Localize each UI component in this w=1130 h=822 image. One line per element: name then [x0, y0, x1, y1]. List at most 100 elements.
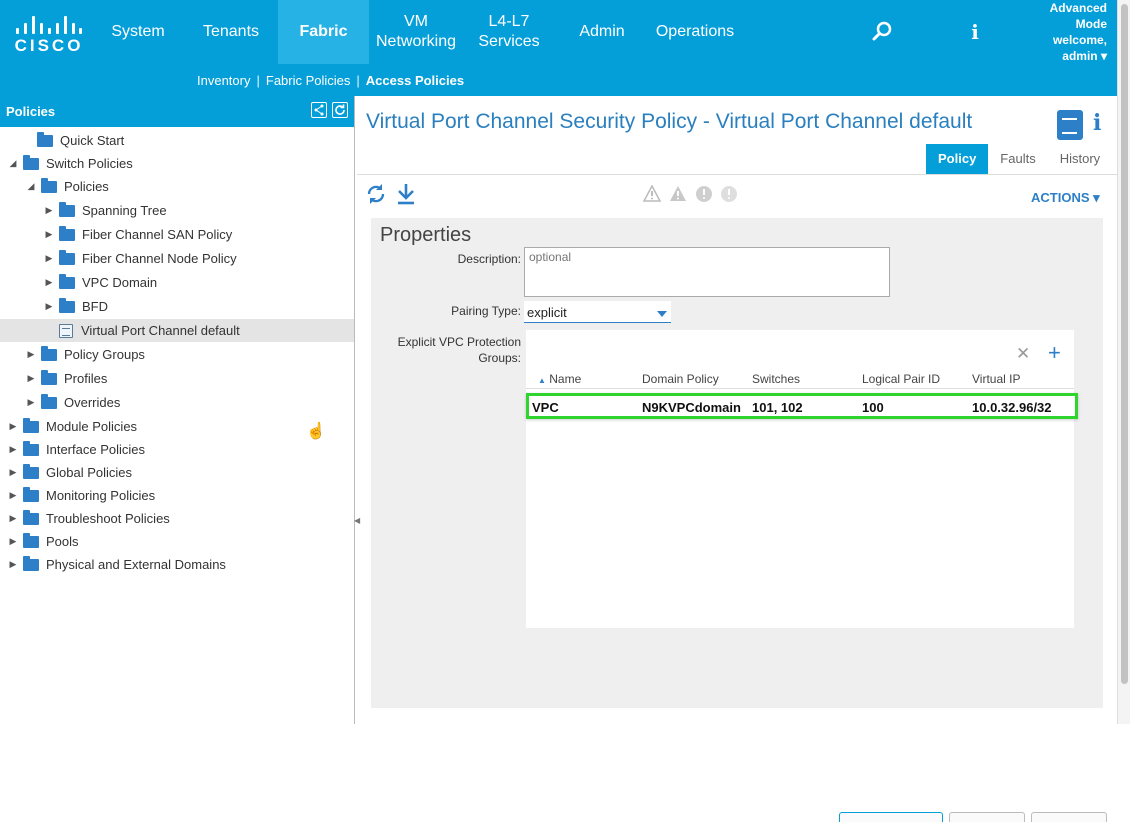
tabs-divider [357, 174, 1117, 175]
warning-fault-icon[interactable] [720, 185, 738, 203]
info-icon[interactable]: i [966, 18, 984, 46]
content-toolbar: ACTIONS ▾ [357, 182, 1117, 210]
collapsed-caret-icon[interactable]: ▶ [8, 421, 18, 432]
tree-item-vpc-domain[interactable]: ▶ VPC Domain [0, 271, 354, 294]
expanded-caret-icon[interactable]: ◢ [8, 158, 18, 169]
subnav-inventory[interactable]: Inventory [197, 73, 250, 88]
collapsed-caret-icon[interactable]: ▶ [26, 349, 36, 360]
nav-item-system[interactable]: System [98, 0, 178, 64]
tab-faults[interactable]: Faults [988, 144, 1047, 174]
info-icon[interactable]: i [1093, 110, 1101, 136]
tree-item-troubleshoot-policies[interactable]: ▶ Troubleshoot Policies [0, 507, 354, 530]
tree-item-label: Monitoring Policies [46, 488, 156, 503]
subnav-fabric-policies[interactable]: Fabric Policies [266, 73, 351, 88]
collapsed-caret-icon[interactable]: ▶ [44, 277, 54, 288]
tab-history[interactable]: History [1048, 144, 1112, 174]
cancel-button[interactable] [1031, 812, 1107, 822]
collapsed-caret-icon[interactable]: ▶ [44, 301, 54, 312]
tab-policy[interactable]: Policy [926, 144, 989, 174]
collapsed-caret-icon[interactable]: ▶ [44, 229, 54, 240]
add-row-icon[interactable]: + [1048, 340, 1061, 366]
hand-cursor-icon: ☝ [306, 423, 326, 440]
collapsed-caret-icon[interactable]: ▶ [26, 397, 36, 408]
search-icon[interactable] [868, 18, 896, 46]
column-header-switches[interactable]: Switches [752, 372, 800, 386]
collapsed-caret-icon[interactable]: ▶ [44, 253, 54, 264]
nav-item-l4-l7-services[interactable]: L4-L7 Services [465, 0, 553, 64]
tree-item-policies[interactable]: ◢ Policies [0, 175, 354, 198]
tree-item-interface-policies[interactable]: ▶ Interface Policies [0, 438, 354, 461]
remove-row-icon[interactable]: ✕ [1016, 344, 1030, 364]
refresh-icon[interactable] [365, 182, 387, 206]
expanded-caret-icon[interactable]: ◢ [26, 181, 36, 192]
tree-item-bfd[interactable]: ▶ BFD [0, 295, 354, 318]
download-icon[interactable] [395, 182, 417, 206]
collapsed-caret-icon[interactable]: ▶ [44, 205, 54, 216]
tree-item-virtual-port-channel-default[interactable]: Virtual Port Channel default [0, 319, 354, 342]
folder-icon [23, 154, 39, 170]
cell-domain-policy: N9KVPCdomain [642, 400, 741, 415]
cisco-logo[interactable]: CISCO [12, 14, 86, 55]
tree-item-monitoring-policies[interactable]: ▶ Monitoring Policies [0, 484, 354, 507]
pairing-type-select[interactable]: explicit [524, 301, 671, 323]
tree-item-label: Profiles [64, 371, 108, 386]
tree-item-policy-groups[interactable]: ▶ Policy Groups [0, 343, 354, 366]
protection-groups-label-line1: Explicit VPC Protection [397, 335, 521, 349]
tree-item-overrides[interactable]: ▶ Overrides [0, 391, 354, 414]
tree-item-pools[interactable]: ▶ Pools [0, 530, 354, 553]
folder-icon [23, 463, 39, 479]
collapsed-caret-icon[interactable]: ▶ [8, 513, 18, 524]
subnav-separator: | [256, 73, 260, 88]
tree-item-label: Global Policies [46, 465, 132, 480]
cisco-logo-bars [16, 16, 82, 34]
nav-item-tenants[interactable]: Tenants [186, 0, 276, 64]
column-header-domain-policy[interactable]: Domain Policy [642, 372, 719, 386]
description-field[interactable] [524, 247, 890, 297]
column-header-name-label: Name [549, 372, 582, 386]
documentation-book-icon[interactable] [1057, 110, 1083, 140]
nav-item-admin[interactable]: Admin [562, 0, 642, 64]
column-header-logical-pair-id[interactable]: Logical Pair ID [862, 372, 940, 386]
cell-switches: 101, 102 [752, 400, 803, 415]
nav-item-vm-networking[interactable]: VM Networking [373, 0, 459, 64]
actions-menu[interactable]: ACTIONS ▾ [1031, 190, 1100, 206]
tree-item-global-policies[interactable]: ▶ Global Policies [0, 461, 354, 484]
username[interactable]: admin ▾ [1050, 48, 1107, 64]
major-fault-icon[interactable] [669, 185, 687, 203]
policies-panel: Policies Quick Start ◢ Switch Policies ◢ Pol… [0, 96, 360, 724]
critical-fault-icon[interactable] [643, 185, 661, 203]
collapsed-caret-icon[interactable]: ▶ [8, 490, 18, 501]
tree-item-label: VPC Domain [82, 275, 158, 290]
table-row[interactable]: VPC N9KVPCdomain 101, 102 100 10.0.32.96… [526, 393, 1078, 419]
folder-icon [23, 486, 39, 502]
folder-icon [23, 440, 39, 456]
tree-item-switch-policies[interactable]: ◢ Switch Policies [0, 152, 354, 175]
tree-item-profiles[interactable]: ▶ Profiles [0, 367, 354, 390]
collapsed-caret-icon[interactable]: ▶ [8, 467, 18, 478]
tree-layout-icon[interactable] [311, 102, 327, 118]
content-tabs: Policy Faults History [926, 144, 1112, 174]
reset-button[interactable] [949, 812, 1025, 822]
refresh-tree-icon[interactable] [332, 102, 348, 118]
minor-fault-icon[interactable] [695, 185, 713, 203]
collapsed-caret-icon[interactable]: ▶ [8, 559, 18, 570]
page-scrollbar[interactable] [1117, 0, 1130, 724]
tree-item-module-policies[interactable]: ▶ Module Policies [0, 415, 354, 438]
tree-item-physical-and-external-domains[interactable]: ▶ Physical and External Domains [0, 553, 354, 576]
tree-item-fiber-channel-san-policy[interactable]: ▶ Fiber Channel SAN Policy [0, 223, 354, 246]
collapsed-caret-icon[interactable]: ▶ [8, 444, 18, 455]
tree-item-quick-start[interactable]: Quick Start [0, 129, 354, 152]
column-header-name[interactable]: ▲ Name [538, 372, 581, 386]
nav-item-fabric[interactable]: Fabric [278, 0, 369, 64]
nav-item-operations[interactable]: Operations [650, 0, 740, 64]
sub-nav-bar: Inventory | Fabric Policies | Access Pol… [0, 64, 1117, 96]
submit-button[interactable] [839, 812, 943, 822]
scrollbar-thumb[interactable] [1121, 4, 1128, 684]
collapsed-caret-icon[interactable]: ▶ [8, 536, 18, 547]
collapsed-caret-icon[interactable]: ▶ [26, 373, 36, 384]
tree-item-fiber-channel-node-policy[interactable]: ▶ Fiber Channel Node Policy [0, 247, 354, 270]
subnav-access-policies[interactable]: Access Policies [366, 73, 464, 88]
tree-item-spanning-tree[interactable]: ▶ Spanning Tree [0, 199, 354, 222]
user-mode-menu[interactable]: Advanced Mode welcome, admin ▾ [1050, 0, 1107, 64]
column-header-virtual-ip[interactable]: Virtual IP [972, 372, 1020, 386]
